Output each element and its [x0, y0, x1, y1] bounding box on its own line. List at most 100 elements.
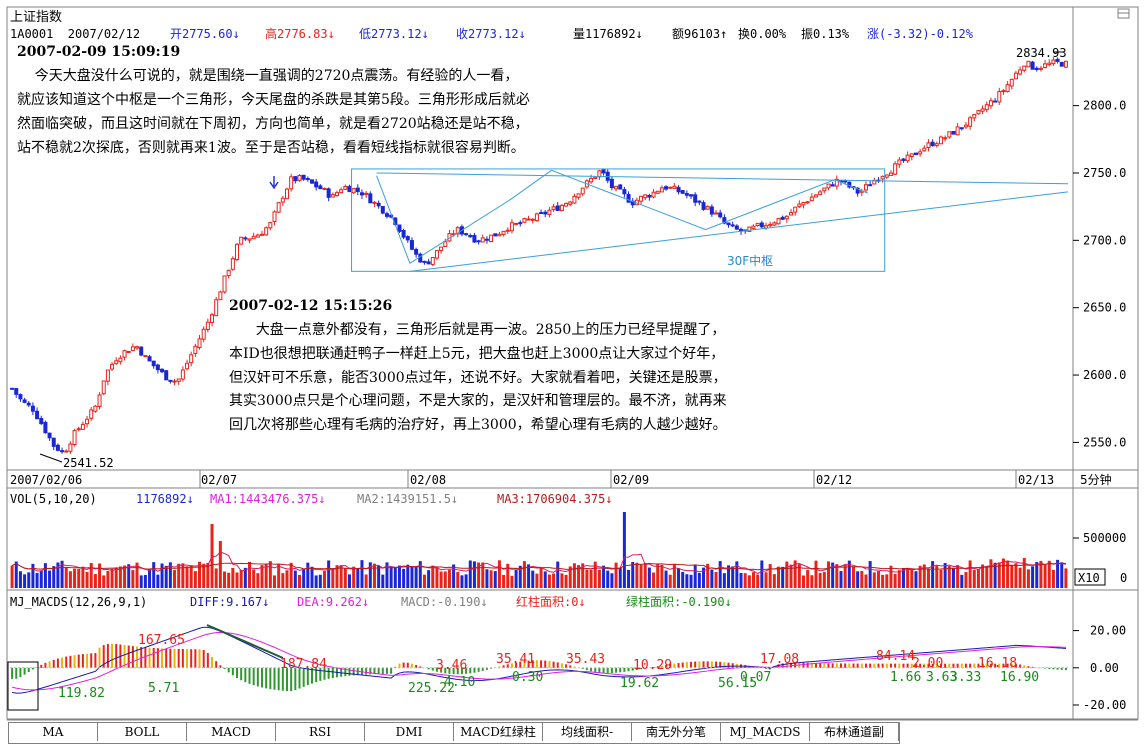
tab-ma[interactable]: MA	[9, 723, 98, 741]
candle-down	[901, 158, 906, 161]
tab-macd-redgreen[interactable]: MACD红绿柱	[454, 723, 543, 741]
candle-down	[47, 432, 52, 439]
vol-bar-up	[252, 569, 256, 588]
macd-tick-label: 20.00	[1090, 624, 1126, 638]
vol-bar-down	[618, 567, 622, 588]
zhongshu-box	[351, 168, 886, 272]
tab-tick[interactable]: 南无外分笔	[632, 723, 721, 741]
note2-line: 回几次将那些心理有毛病的治疗好，再上3000，希望心理有毛病的人越少越好。	[229, 417, 727, 433]
vol-bar-up	[364, 574, 368, 588]
vol-bar-up	[218, 541, 222, 588]
vol-bar-up	[818, 572, 822, 588]
candle-up	[214, 299, 219, 317]
period-label[interactable]: 5分钟	[1080, 472, 1112, 487]
candle-up	[797, 203, 802, 208]
candle-up	[268, 222, 273, 229]
macd-value-label: 17.08	[760, 652, 799, 667]
candle-up	[576, 193, 581, 198]
tab-boll-channel[interactable]: 布林通道副	[810, 723, 899, 741]
vol-bar-down	[760, 560, 764, 588]
vol-bar-down	[693, 565, 697, 588]
candle-down	[468, 235, 473, 238]
index-title: 上证指数	[10, 10, 62, 25]
vol-bar-down	[356, 568, 360, 588]
high-price-label: 2834.93	[1016, 46, 1067, 60]
vol-bar-down	[243, 567, 247, 588]
vol-bar-down	[468, 560, 472, 588]
vol-bar-up	[277, 564, 281, 588]
tab-boll[interactable]: BOLL	[98, 723, 187, 741]
candle-up	[497, 233, 502, 237]
date-label: 02/12	[816, 473, 852, 487]
candle-up	[614, 185, 619, 190]
tab-mj-macds[interactable]: MJ_MACDS	[721, 723, 810, 741]
candle-up	[80, 423, 85, 430]
vol-tick-label: 500000	[1083, 531, 1126, 545]
vol-bar-down	[914, 571, 918, 588]
vol-bar-down	[327, 560, 331, 588]
vol-bar-up	[989, 559, 993, 588]
candle-up	[897, 159, 902, 165]
candle-down	[868, 184, 873, 187]
candle-down	[518, 222, 523, 225]
vol-bar-up	[185, 566, 189, 588]
vol-bar-up	[572, 563, 576, 588]
candle-down	[384, 213, 389, 217]
candle-up	[185, 362, 190, 370]
vol-bar-down	[43, 563, 47, 588]
candle-up	[818, 191, 823, 196]
vol-bar-down	[397, 565, 401, 588]
macd-value-label: 0.30	[512, 670, 543, 685]
candle-up	[714, 212, 719, 215]
vol-bar-down	[718, 561, 722, 588]
tab-macd[interactable]: MACD	[187, 723, 276, 741]
tab-dmi[interactable]: DMI	[365, 723, 454, 741]
candle-up	[172, 380, 177, 383]
macd-value-label: 19.62	[620, 676, 659, 691]
triangle-upper-line	[376, 172, 1069, 185]
vol-bar-up	[193, 571, 197, 588]
macd-axis: 20.00 0.00 -20.00	[1073, 624, 1126, 712]
candle-up	[1047, 62, 1052, 66]
candle-up	[72, 430, 77, 446]
vol-bar-down	[360, 560, 364, 588]
candle-down	[243, 237, 248, 240]
vol-bar-up	[289, 562, 293, 588]
vol-bar-up	[343, 568, 347, 588]
vol-bar-up	[881, 574, 885, 588]
candle-up	[1005, 84, 1010, 93]
vol-bar-up	[714, 572, 718, 588]
candle-down	[409, 240, 414, 250]
candle-down	[418, 253, 423, 263]
candle-down	[930, 141, 935, 147]
tab-ma-area[interactable]: 均线面积-	[543, 723, 632, 741]
candle-down	[405, 236, 410, 241]
vol-bar-up	[1018, 567, 1022, 588]
candle-up	[351, 188, 356, 194]
candle-up	[918, 151, 923, 155]
vol-bar-down	[697, 572, 701, 588]
candle-up	[668, 186, 673, 189]
candle-down	[555, 205, 560, 211]
candle-up	[822, 187, 827, 192]
candle-up	[764, 225, 769, 229]
candle-down	[476, 240, 481, 243]
candle-down	[676, 186, 681, 193]
vol-bar-up	[439, 571, 443, 588]
tab-rsi[interactable]: RSI	[276, 723, 365, 741]
vol-bar-up	[297, 574, 301, 588]
candle-up	[264, 227, 269, 236]
note2-line: 本ID也很想把联通赶鸭子一样赶上5元，把大盘也赶上3000点让大家过个好年，	[229, 345, 724, 362]
vol-bar-up	[456, 571, 460, 588]
vol-bar-down	[414, 567, 418, 588]
candle-up	[364, 192, 369, 195]
vol-bar-down	[48, 570, 52, 588]
candle-down	[359, 192, 364, 196]
vol-bar-up	[976, 569, 980, 588]
candle-up	[1038, 67, 1043, 70]
vol-bar-down	[710, 569, 714, 588]
vol-bar-down	[35, 572, 39, 588]
candle-down	[426, 261, 431, 265]
vol-bar-down	[602, 565, 606, 588]
macd-dea: DEA:9.262↓	[297, 595, 369, 609]
